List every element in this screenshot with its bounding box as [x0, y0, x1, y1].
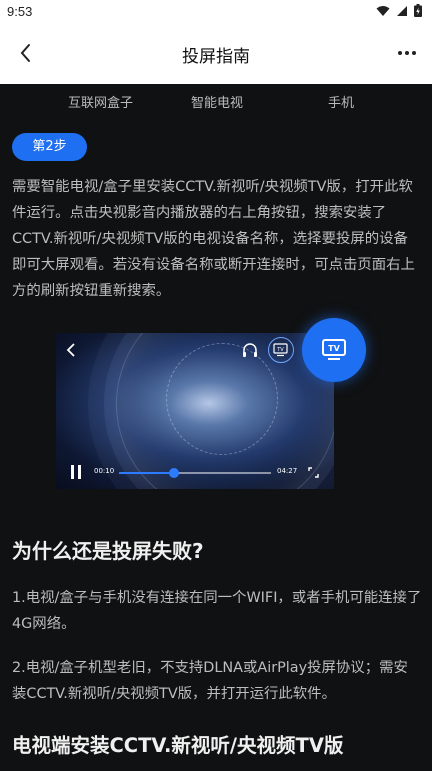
tab-smart-tv[interactable]: 智能电视 — [191, 92, 243, 111]
duration-time: 04:27 — [277, 467, 298, 475]
pause-icon — [71, 465, 81, 479]
player-illustration: TV 00:10 04:27 — [56, 333, 334, 489]
step-badge: 第2步 — [12, 133, 87, 161]
status-time: 9:53 — [7, 4, 33, 19]
tab-phone[interactable]: 手机 — [328, 92, 354, 111]
more-options-icon[interactable] — [394, 40, 420, 66]
tv-badge-small-text: TV — [276, 347, 284, 353]
fullscreen-icon — [308, 467, 319, 478]
progress-knob — [168, 468, 179, 478]
install-title: 电视端安装CCTV.新视听/央视频TV版 — [12, 734, 344, 757]
cast-tv-small-icon: TV — [268, 337, 294, 363]
progress-fill — [119, 472, 174, 474]
player-back-icon — [66, 343, 75, 357]
faq-reason-2: 2.电视/盒子机型老旧，不支持DLNA或AirPlay投屏协议；需安装CCTV.… — [12, 660, 408, 702]
battery-icon — [414, 4, 422, 17]
tv-badge-text: TV — [328, 344, 340, 353]
step-instructions: 需要智能电视/盒子里安装CCTV.新视听/央视频TV版，打开此软件运行。点击央视… — [12, 179, 415, 299]
wifi-icon — [376, 5, 390, 16]
progress-track — [119, 468, 271, 478]
faq-title: 为什么还是投屏失败? — [12, 539, 204, 563]
status-icons — [376, 4, 422, 17]
device-tabs: 互联网盒子 智能电视 手机 — [0, 84, 432, 120]
elapsed-time: 00:10 — [94, 467, 115, 475]
signal-icon — [397, 5, 407, 16]
page-title: 投屏指南 — [182, 47, 250, 67]
tab-internet-box[interactable]: 互联网盒子 — [68, 92, 133, 111]
faq-reason-1: 1.电视/盒子与手机没有连接在同一个WIFI，或者手机可能连接了4G网络。 — [12, 590, 422, 632]
cast-tv-icon: TV — [302, 318, 366, 382]
swirl-graphic-inner — [166, 343, 278, 455]
nav-bar: 投屏指南 — [0, 24, 432, 84]
status-bar: 9:53 — [0, 0, 432, 24]
headphones-icon — [243, 343, 257, 357]
